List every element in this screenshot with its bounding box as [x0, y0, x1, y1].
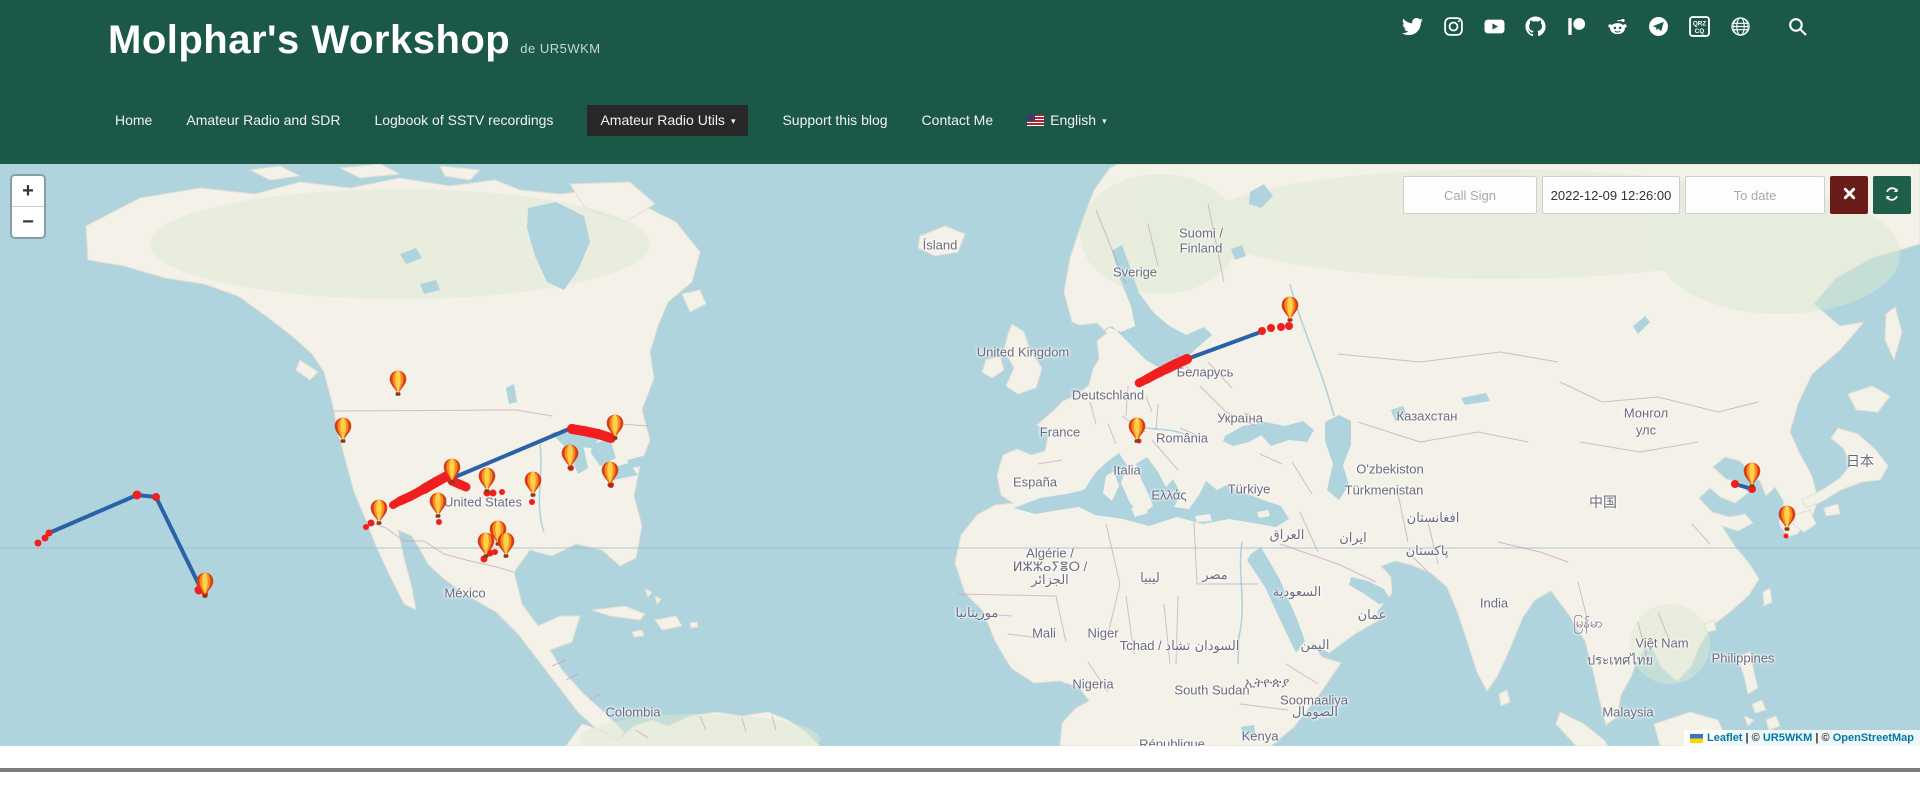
leaflet-link[interactable]: Leaflet [1707, 732, 1742, 744]
ukraine-flag-icon [1690, 733, 1704, 743]
refresh-button[interactable] [1873, 176, 1911, 214]
zoom-out-button[interactable]: − [12, 207, 44, 237]
balloon-marker-kansas[interactable] [477, 467, 497, 493]
map-zoom-control: + − [10, 174, 46, 239]
balloon-marker-south-korea[interactable] [1777, 505, 1797, 531]
chevron-down-icon: ▾ [1102, 116, 1107, 126]
site-title-text: Molphar's Workshop [108, 18, 511, 62]
map-attribution: Leaflet | © UR5WKM | © OpenStreetMap [1684, 730, 1920, 746]
balloon-marker-texas-east[interactable] [496, 532, 516, 558]
refresh-icon [1884, 186, 1900, 205]
balloon-marker-ontario-east[interactable] [605, 414, 625, 440]
nav-item-contact-me[interactable]: Contact Me [922, 105, 994, 136]
nav-item-support-this-blog[interactable]: Support this blog [782, 105, 887, 136]
site-subtitle: de UR5WKM [520, 41, 601, 56]
to-date-input[interactable] [1685, 176, 1825, 214]
site-header: Molphar's Workshop de UR5WKM QRZ CQ Home Am… [0, 0, 1920, 164]
qrzcq-icon[interactable]: QRZ CQ [1689, 16, 1710, 37]
nav-item-home[interactable]: Home [115, 105, 152, 136]
balloon-marker-russia-west[interactable] [1280, 296, 1300, 322]
call-sign-input[interactable] [1403, 176, 1537, 214]
balloon-marker-austria[interactable] [1127, 417, 1147, 443]
from-date-input[interactable] [1542, 176, 1680, 214]
page-footer [0, 768, 1920, 787]
page-title: Molphar's Workshop de UR5WKM [108, 18, 601, 63]
zoom-in-button[interactable]: + [12, 176, 44, 207]
balloon-marker-missouri[interactable] [523, 471, 543, 497]
x-icon [1842, 186, 1857, 204]
nav-item-label: English [1050, 112, 1097, 128]
balloon-marker-washington[interactable] [333, 417, 353, 443]
leaflet-map[interactable]: Ísland Suomi / Finland Sverige United Kingdo… [0, 164, 1920, 746]
attribution-separator: | © [1812, 732, 1833, 744]
patreon-icon[interactable] [1566, 16, 1587, 37]
social-icon-bar: QRZ CQ [1402, 16, 1808, 37]
nav-item-amateur-radio-utils[interactable]: Amateur Radio Utils ▾ [587, 105, 749, 136]
balloon-markers-layer [0, 164, 1920, 746]
globe-icon[interactable] [1730, 16, 1751, 37]
nav-item-label: Home [115, 112, 153, 128]
balloon-marker-michigan[interactable] [560, 444, 580, 470]
nav-item-label: Amateur Radio and SDR [186, 112, 341, 128]
balloon-marker-pennsylvania[interactable] [600, 461, 620, 487]
telegram-icon[interactable] [1648, 16, 1669, 37]
osm-link[interactable]: OpenStreetMap [1833, 732, 1914, 744]
github-icon[interactable] [1525, 16, 1546, 37]
nav-item-english[interactable]: English ▾ [1027, 105, 1107, 136]
balloon-marker-wyoming[interactable] [442, 458, 462, 484]
nav-item-label: Amateur Radio Utils [600, 112, 725, 128]
footer-divider [0, 768, 1920, 772]
chevron-down-icon: ▾ [730, 116, 736, 126]
balloon-marker-new-mexico[interactable] [428, 492, 448, 518]
balloon-marker-pacific[interactable] [195, 572, 215, 598]
nav-item-amateur-radio-and-sdr[interactable]: Amateur Radio and SDR [186, 105, 340, 136]
nav-item-logbook-of-sstv-recordings[interactable]: Logbook of SSTV recordings [374, 105, 553, 136]
svg-text:CQ: CQ [1695, 28, 1705, 35]
attribution-separator: | © [1742, 732, 1763, 744]
nav-item-label: Support this blog [782, 112, 888, 128]
balloon-marker-socal[interactable] [369, 499, 389, 525]
map-filter-bar [1403, 176, 1911, 214]
clear-filters-button[interactable] [1830, 176, 1868, 214]
owner-link[interactable]: UR5WKM [1763, 732, 1813, 744]
svg-text:QRZ: QRZ [1693, 20, 1706, 27]
balloon-marker-saskatchewan[interactable] [388, 370, 408, 396]
instagram-icon[interactable] [1443, 16, 1464, 37]
nav-item-label: Logbook of SSTV recordings [374, 112, 554, 128]
twitter-icon[interactable] [1402, 16, 1423, 37]
search-icon[interactable] [1787, 16, 1808, 37]
nav-item-label: Contact Me [921, 112, 994, 128]
us-flag-icon [1027, 115, 1045, 126]
main-nav: Home Amateur Radio and SDR Logbook of SSTV… [115, 105, 1107, 136]
balloon-marker-china-bohai[interactable] [1742, 462, 1762, 488]
youtube-icon[interactable] [1484, 16, 1505, 37]
reddit-icon[interactable] [1607, 16, 1628, 37]
